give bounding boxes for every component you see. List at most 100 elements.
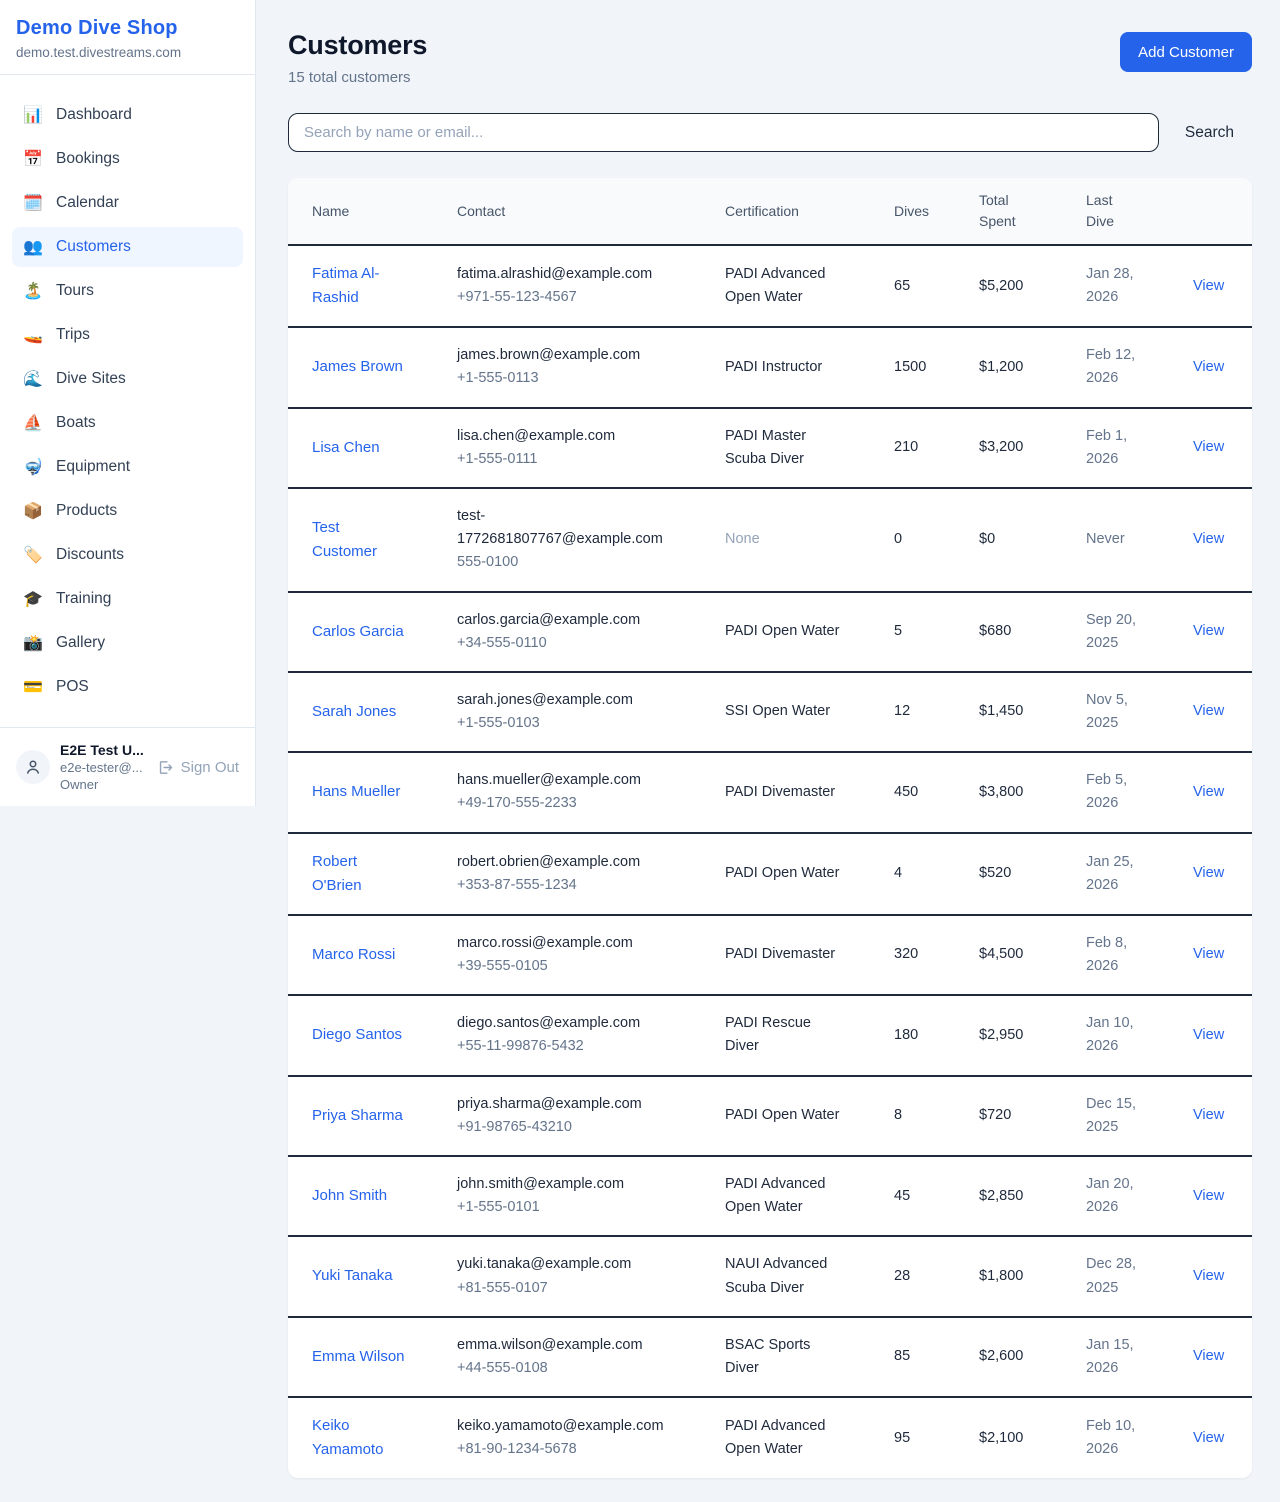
view-customer-link[interactable]: View [1193, 865, 1224, 881]
customer-certification: BSAC Sports Diver [725, 1334, 843, 1380]
customer-count: 15 total customers [288, 69, 427, 86]
sidebar-item-dashboard[interactable]: 📊Dashboard [12, 95, 243, 135]
customer-name-link[interactable]: Yuki Tanaka [312, 1264, 393, 1288]
view-customer-link[interactable]: View [1193, 1348, 1224, 1364]
view-customer-link[interactable]: View [1193, 1268, 1224, 1284]
customer-phone: +971-55-123-4567 [457, 286, 715, 309]
customer-dives: 4 [894, 862, 979, 885]
people-icon: 👥 [22, 239, 44, 255]
sidebar-item-dive-sites[interactable]: 🌊Dive Sites [12, 359, 243, 399]
customer-phone: +49-170-555-2233 [457, 792, 715, 815]
sidebar-item-bookings[interactable]: 📅Bookings [12, 139, 243, 179]
credit-card-icon: 💳 [22, 679, 44, 695]
package-icon: 📦 [22, 503, 44, 519]
sidebar-item-products[interactable]: 📦Products [12, 491, 243, 531]
customer-last-dive: Feb 8, 2026 [1086, 932, 1150, 978]
customer-dives: 320 [894, 943, 979, 966]
search-button[interactable]: Search [1185, 124, 1234, 142]
view-customer-link[interactable]: View [1193, 359, 1224, 375]
customer-name-link[interactable]: Carlos Garcia [312, 620, 404, 644]
sidebar-item-gallery[interactable]: 📸Gallery [12, 623, 243, 663]
customer-last-dive: Feb 5, 2026 [1086, 769, 1150, 815]
customer-name-link[interactable]: Emma Wilson [312, 1345, 405, 1369]
customer-dives: 450 [894, 781, 979, 804]
view-customer-link[interactable]: View [1193, 439, 1224, 455]
customer-phone: +34-555-0110 [457, 632, 715, 655]
customer-total-spent: $520 [979, 862, 1086, 885]
sidebar-item-tours[interactable]: 🏝️Tours [12, 271, 243, 311]
customer-certification: PADI Rescue Diver [725, 1012, 843, 1058]
customer-email: marco.rossi@example.com [457, 932, 675, 955]
customer-name-link[interactable]: Sarah Jones [312, 700, 396, 724]
customer-total-spent: $0 [979, 528, 1086, 551]
customer-name-link[interactable]: Test Customer [312, 516, 408, 564]
view-customer-link[interactable]: View [1193, 531, 1224, 547]
customer-row: Diego Santosdiego.santos@example.com+55-… [288, 996, 1252, 1076]
view-customer-link[interactable]: View [1193, 278, 1224, 294]
customer-name-link[interactable]: Hans Mueller [312, 780, 400, 804]
customer-email: john.smith@example.com [457, 1173, 675, 1196]
customer-dives: 85 [894, 1345, 979, 1368]
customer-dives: 0 [894, 528, 979, 551]
customer-total-spent: $3,200 [979, 436, 1086, 459]
sidebar-item-calendar[interactable]: 🗓️Calendar [12, 183, 243, 223]
customer-certification: PADI Advanced Open Water [725, 1415, 843, 1461]
sidebar-item-pos[interactable]: 💳 POS [12, 667, 243, 707]
view-customer-link[interactable]: View [1193, 1107, 1224, 1123]
sign-out-label: Sign Out [181, 759, 239, 776]
sign-out-button[interactable]: Sign Out [157, 759, 239, 776]
sidebar-item-customers[interactable]: 👥Customers [12, 227, 243, 267]
sidebar-item-equipment[interactable]: 🤿Equipment [12, 447, 243, 487]
view-customer-link[interactable]: View [1193, 1027, 1224, 1043]
customer-email: test-1772681807767@example.com [457, 505, 675, 551]
column-header: Total Spent [979, 190, 1086, 232]
customer-name-link[interactable]: Marco Rossi [312, 943, 395, 967]
customer-total-spent: $720 [979, 1104, 1086, 1127]
customer-phone: +1-555-0111 [457, 448, 715, 471]
customer-name-link[interactable]: Robert O'Brien [312, 850, 408, 898]
customer-name-link[interactable]: Diego Santos [312, 1023, 402, 1047]
customer-name-link[interactable]: Fatima Al-Rashid [312, 262, 408, 310]
view-customer-link[interactable]: View [1193, 703, 1224, 719]
sidebar-item-training[interactable]: 🎓Training [12, 579, 243, 619]
sidebar-item-label: Dive Sites [56, 370, 126, 388]
sidebar-item-discounts[interactable]: 🏷️Discounts [12, 535, 243, 575]
view-customer-link[interactable]: View [1193, 1430, 1224, 1446]
customer-name-link[interactable]: John Smith [312, 1184, 387, 1208]
user-meta: E2E Test U... e2e-tester@... Owner [60, 742, 144, 792]
view-customer-link[interactable]: View [1193, 946, 1224, 962]
view-customer-link[interactable]: View [1193, 784, 1224, 800]
customer-certification: PADI Advanced Open Water [725, 263, 843, 309]
search-row: Search [288, 113, 1252, 152]
avatar [16, 750, 50, 784]
customer-last-dive: Jan 20, 2026 [1086, 1173, 1150, 1219]
customer-dives: 45 [894, 1185, 979, 1208]
customer-name-link[interactable]: Keiko Yamamoto [312, 1414, 408, 1462]
customer-row: Lisa Chenlisa.chen@example.com+1-555-011… [288, 409, 1252, 489]
customers-table: NameContactCertificationDivesTotal Spent… [288, 178, 1252, 1478]
sidebar-item-label: POS [56, 678, 89, 696]
customer-dives: 65 [894, 275, 979, 298]
view-customer-link[interactable]: View [1193, 1188, 1224, 1204]
customer-email: emma.wilson@example.com [457, 1334, 675, 1357]
customer-row: Hans Muellerhans.mueller@example.com+49-… [288, 753, 1252, 833]
customer-name-link[interactable]: Lisa Chen [312, 436, 380, 460]
customer-total-spent: $1,200 [979, 356, 1086, 379]
customer-name-link[interactable]: James Brown [312, 355, 403, 379]
sidebar-item-boats[interactable]: ⛵Boats [12, 403, 243, 443]
user-icon [24, 758, 42, 776]
add-customer-button[interactable]: Add Customer [1120, 32, 1252, 72]
search-input[interactable] [288, 113, 1159, 152]
customer-phone: +353-87-555-1234 [457, 874, 715, 897]
customer-total-spent: $2,600 [979, 1345, 1086, 1368]
customer-dives: 5 [894, 620, 979, 643]
customer-certification: PADI Advanced Open Water [725, 1173, 843, 1219]
customer-certification: SSI Open Water [725, 700, 830, 723]
customer-name-link[interactable]: Priya Sharma [312, 1104, 403, 1128]
page-header: Customers 15 total customers Add Custome… [288, 30, 1252, 86]
view-customer-link[interactable]: View [1193, 623, 1224, 639]
sidebar-item-trips[interactable]: 🚤Trips [12, 315, 243, 355]
bar-chart-icon: 📊 [22, 107, 44, 123]
customer-last-dive: Feb 10, 2026 [1086, 1415, 1150, 1461]
brand-name: Demo Dive Shop [16, 17, 239, 40]
